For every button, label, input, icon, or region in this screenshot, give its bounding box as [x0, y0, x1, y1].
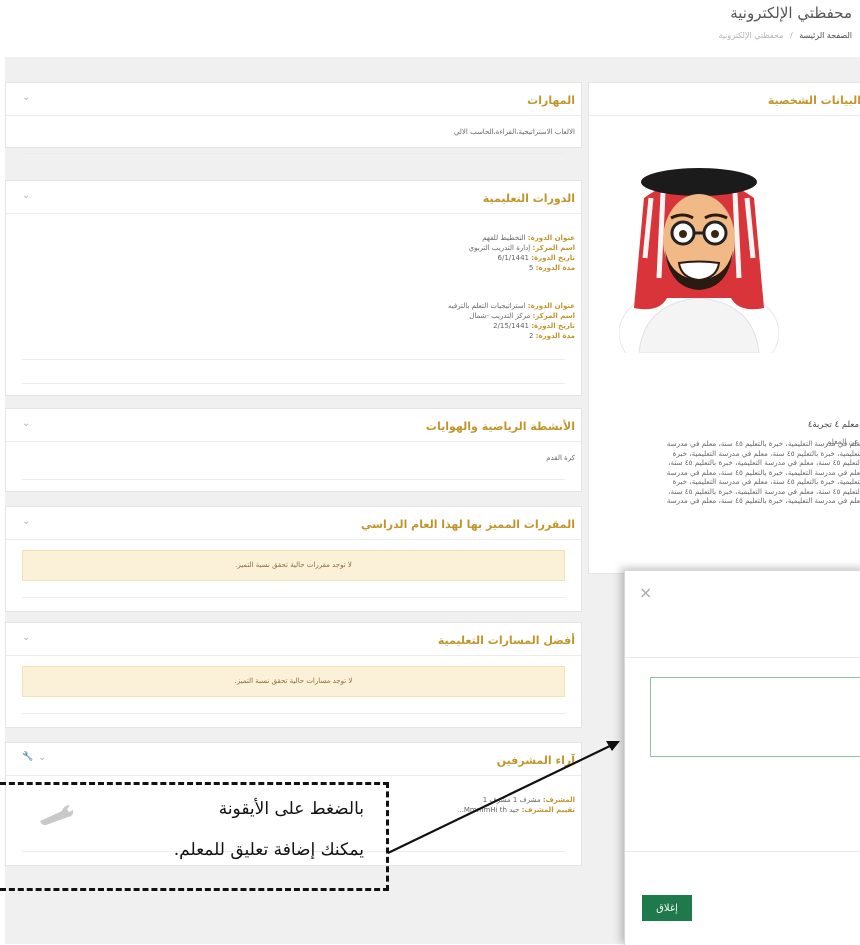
course-title-label: عنوان الدورة: [527, 234, 575, 242]
about-text: معلم في مدرسة التعليمية، خبرة بالتعليم ٤… [594, 439, 860, 506]
chevron-down-icon[interactable]: ⌄ [38, 752, 46, 763]
chevron-down-icon[interactable]: ⌄ [22, 190, 30, 201]
divider [22, 713, 565, 714]
personal-panel-header: البيانات الشخصية [589, 83, 860, 116]
arrow-pointer [387, 741, 620, 854]
divider [22, 597, 565, 598]
empty-alert: لا توجد مقررات حالية تحقق نسبة التميز. [22, 550, 565, 581]
avatar [619, 168, 779, 353]
course-date-label: تاريخ الدورة: [531, 322, 575, 330]
breadcrumb-home[interactable]: الصفحة الرئيسة [799, 31, 852, 40]
best-paths-panel-header[interactable]: ⌄ أفضل المسارات التعليمية [6, 623, 581, 656]
skills-text: الالعاب الاستراتيجية،القراءة،الحاسب الال… [453, 128, 575, 136]
breadcrumb-current: محفظتي الإلكترونية [718, 31, 784, 40]
callout-line-1: بالضغط على الأيقونة [218, 799, 364, 819]
course-item: عنوان الدورة: التخطيط للفهم اسم المركز: … [469, 233, 575, 273]
course-center: مركز التدريب -شمال [469, 312, 531, 320]
about-line: معلم في مدرسة التعليمية، خبرة بالتعليم ٤… [666, 496, 860, 505]
course-duration: 5 [528, 264, 534, 272]
wrench-icon [40, 805, 74, 826]
course-title: التخطيط للفهم [482, 234, 526, 242]
comment-modal: × إغلاق [624, 570, 860, 945]
sports-text: كرة القدم [546, 454, 575, 462]
sports-panel-header[interactable]: ⌄ الأنشطة الرياضية والهوايات [6, 409, 581, 442]
close-button[interactable]: إغلاق [642, 895, 692, 921]
about-line: التعليمية، خبرة بالتعليم ٤٥ سنة، معلم في… [672, 448, 860, 458]
close-icon[interactable]: × [639, 583, 652, 602]
course-date-label: تاريخ الدورة: [531, 254, 575, 262]
sports-panel: ⌄ الأنشطة الرياضية والهوايات كرة القدم [5, 408, 582, 492]
panel-title: المهارات [527, 94, 575, 107]
about-line: بالتعليم ٤٥ سنة، معلم في مدرسة التعليمية… [668, 458, 860, 467]
course-item: عنوان الدورة: استراتيجيات التعلم بالترفي… [448, 301, 575, 341]
skills-panel-header[interactable]: ⌄ المهارات [6, 83, 581, 116]
panel-title: أفضل المسارات التعليمية [437, 634, 575, 647]
breadcrumb-separator: / [789, 31, 793, 40]
course-date: 6/1/1441 [497, 254, 529, 262]
modal-divider [625, 657, 860, 658]
chevron-down-icon[interactable]: ⌄ [22, 516, 30, 527]
breadcrumb: الصفحة الرئيسة / محفظتي الإلكترونية [718, 31, 852, 40]
wrench-icon[interactable]: 🔧 [22, 752, 33, 762]
course-center-label: اسم المركز: [532, 244, 575, 252]
panel-title: المقررات المميز بها لهذا العام الدراسي [361, 518, 575, 531]
comment-textarea[interactable] [650, 677, 860, 757]
course-title-label: عنوان الدورة: [527, 302, 575, 310]
about-line: بالتعليم ٤٥ سنة، معلم في مدرسة التعليمية… [668, 486, 860, 496]
courses-panel-header[interactable]: ⌄ الدورات التعليمية [6, 181, 581, 214]
course-duration-label: مدة الدورة: [535, 332, 575, 340]
course-title: استراتيجيات التعلم بالترفيه [447, 302, 526, 310]
chevron-down-icon[interactable]: ⌄ [22, 92, 30, 103]
course-duration: 2 [528, 332, 534, 340]
annotation-callout: بالضغط على الأيقونة يمكنك إضافة تعليق لل… [0, 782, 389, 891]
chevron-down-icon[interactable]: ⌄ [22, 632, 30, 643]
skills-panel: ⌄ المهارات الالعاب الاستراتيجية،القراءة،… [5, 82, 582, 154]
course-center: إدارة التدريب التربوي [468, 244, 531, 252]
callout-line-2: يمكنك إضافة تعليق للمعلم. [173, 840, 364, 860]
divider [22, 383, 565, 384]
excellent-courses-panel-header[interactable]: ⌄ المقررات المميز بها لهذا العام الدراسي [6, 507, 581, 540]
divider [22, 479, 565, 480]
courses-panel: ⌄ الدورات التعليمية عنوان الدورة: التخطي… [5, 180, 582, 396]
best-paths-panel: ⌄ أفضل المسارات التعليمية لا توجد مسارات… [5, 622, 582, 728]
excellent-courses-panel: ⌄ المقررات المميز بها لهذا العام الدراسي… [5, 506, 582, 612]
divider [22, 359, 565, 360]
modal-divider [625, 851, 860, 852]
page-title: محفظتي الإلكترونية [730, 4, 852, 22]
about-line: معلم في مدرسة التعليمية، خبرة بالتعليم ٤… [666, 439, 860, 448]
panel-title: الدورات التعليمية [482, 192, 575, 205]
course-duration-label: مدة الدورة: [535, 264, 575, 272]
about-line: التعليمية، خبرة بالتعليم ٤٥ سنة، معلم في… [672, 477, 860, 486]
panel-title: الأنشطة الرياضية والهوايات [425, 420, 575, 433]
teacher-name: معلم ٤ تجربة٤ [807, 420, 859, 430]
divider [22, 153, 565, 154]
course-date: 2/15/1441 [493, 322, 529, 330]
empty-alert: لا توجد مسارات حالية تحقق نسبة التميز. [22, 666, 565, 697]
chevron-down-icon[interactable]: ⌄ [22, 418, 30, 429]
course-center-label: اسم المركز: [532, 312, 575, 320]
panel-title: البيانات الشخصية [767, 94, 860, 107]
about-line: معلم في مدرسة التعليمية، خبرة بالتعليم ٤… [666, 467, 860, 477]
